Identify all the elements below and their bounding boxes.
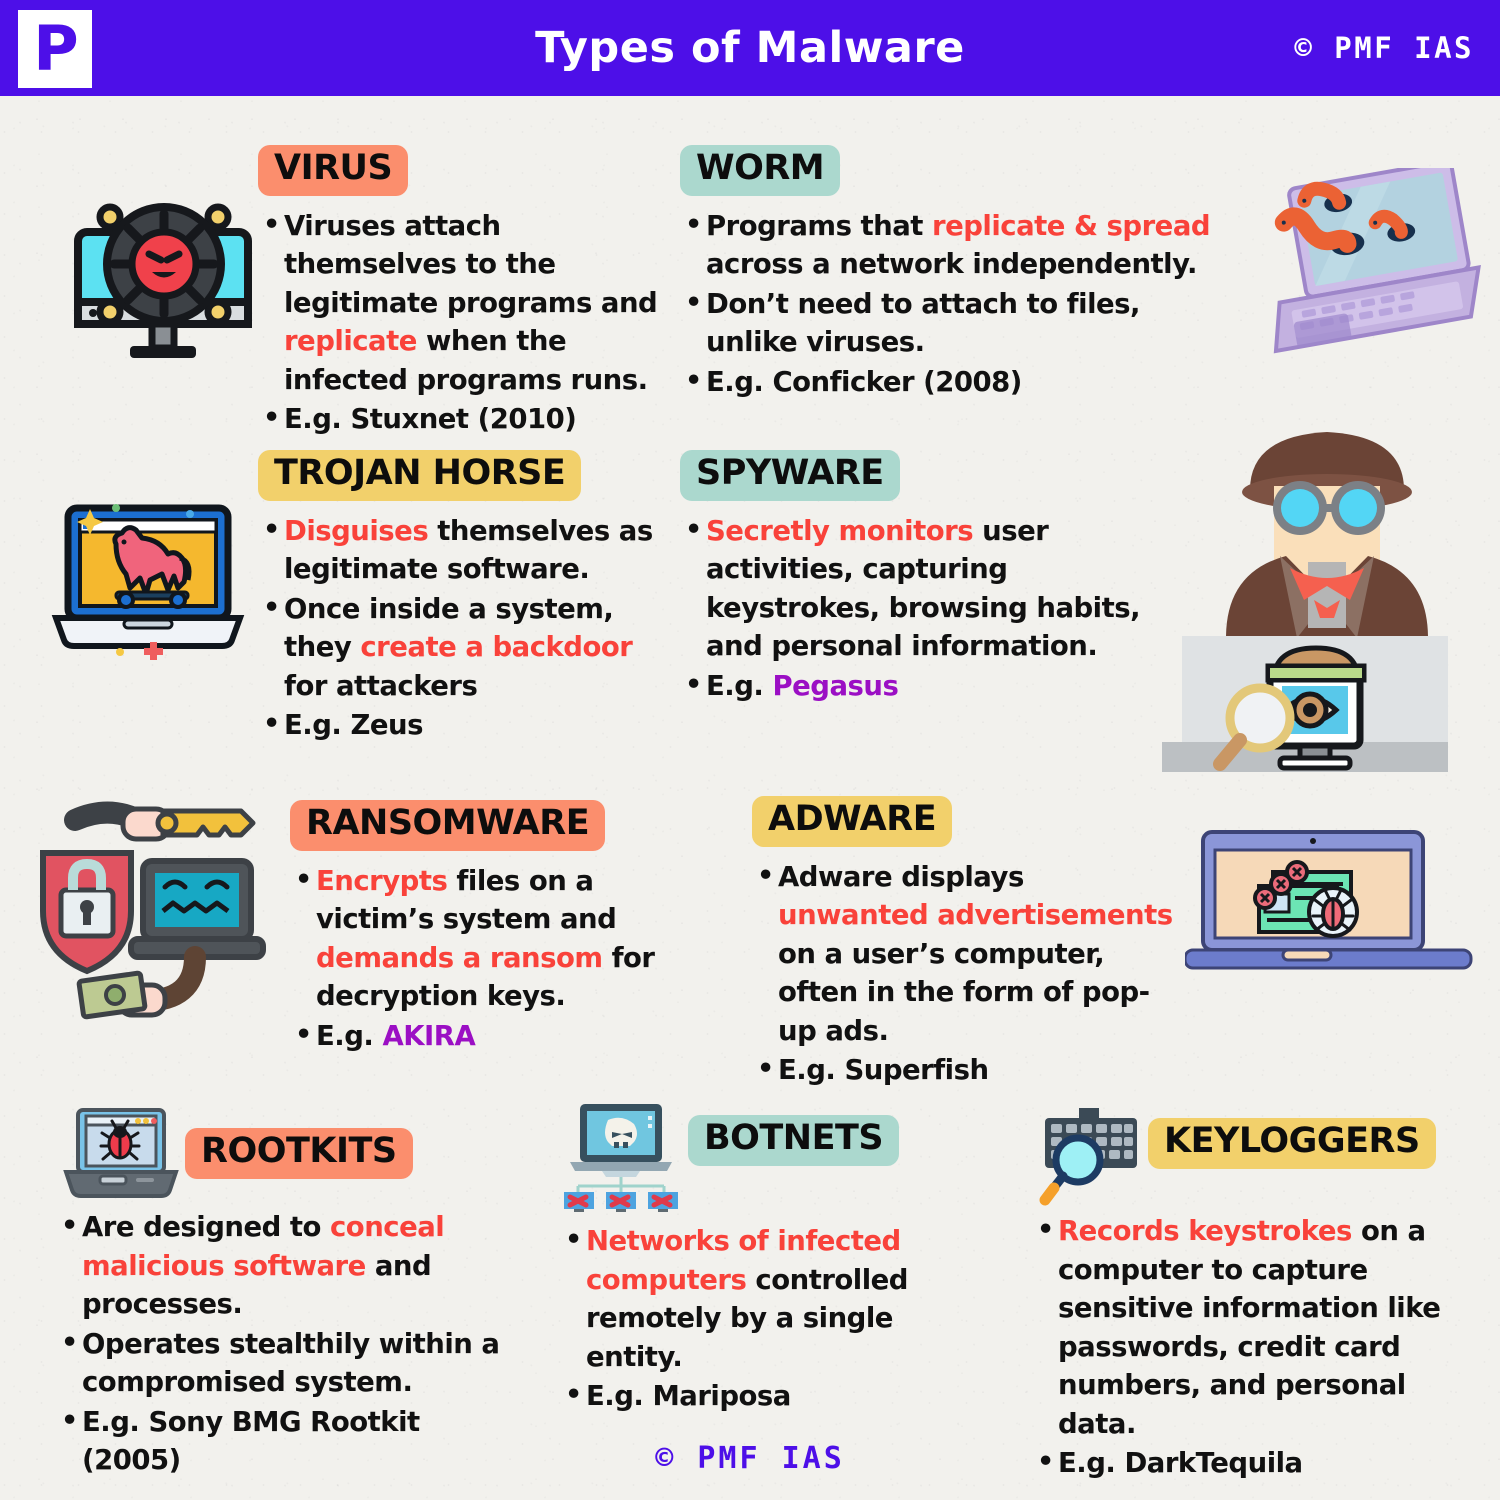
laptop-bug-icon <box>62 1108 182 1208</box>
bullet-text-run: E.g. Mariposa <box>586 1380 791 1412</box>
bullet-list: Adware displays unwanted advertisements … <box>752 857 1182 1090</box>
bullet-text-run: E.g. Zeus <box>284 709 423 742</box>
bullet-text-run: for attackers <box>284 669 478 702</box>
laptop-popups-bug-icon <box>1183 828 1475 973</box>
section-title-badge: TROJAN HORSE <box>258 450 582 501</box>
laptop-horse-icon <box>50 500 270 661</box>
bullet-item: Networks of infected computers controlle… <box>560 1221 985 1376</box>
bullet-list: Viruses attach themselves to the legitim… <box>258 206 658 439</box>
section-trojan-horse: TROJAN HORSE Disguises themselves as leg… <box>258 450 653 746</box>
bullet-text-run: replicate & spread <box>932 209 1211 242</box>
bullet-text-run: across a network independently. <box>706 248 1197 281</box>
bullet-text-run: E.g. Superfish <box>778 1054 989 1087</box>
bullet-item: Encrypts files on a victim’s system and … <box>290 861 710 1016</box>
keyboard-magnifier-icon <box>1035 1108 1155 1216</box>
bullet-item: Once inside a system, they create a back… <box>258 589 653 706</box>
spy-detective-icon <box>1162 412 1492 784</box>
footer-copyright: © PMF IAS <box>655 1441 845 1476</box>
bullet-list: Networks of infected computers controlle… <box>560 1221 985 1416</box>
page-title: Types of Malware <box>535 23 965 73</box>
bullet-text-run: on a user’s computer, often in the form … <box>778 937 1150 1047</box>
section-title-badge: RANSOMWARE <box>290 800 606 851</box>
bullet-text-run: Programs that <box>706 209 933 242</box>
laptop-worms-icon <box>1255 159 1490 368</box>
bullet-item: Are designed to conceal malicious softwa… <box>56 1207 516 1324</box>
bullet-text-run: Are designed to <box>82 1211 330 1243</box>
section-title-badge: ROOTKITS <box>185 1128 413 1179</box>
page-header: P Types of Malware © PMF IAS <box>0 0 1500 96</box>
bullet-item: Records keystrokes on a computer to capt… <box>1032 1211 1477 1443</box>
bullet-text-run: demands a ransom <box>316 941 603 974</box>
bullet-list: Secretly monitors user activities, captu… <box>680 511 1150 706</box>
bullet-text-run: E.g. Stuxnet (2010) <box>284 403 577 436</box>
bullet-list: Encrypts files on a victim’s system and … <box>290 861 710 1056</box>
bullet-text-run: Pegasus <box>772 669 899 702</box>
section-ransomware: RANSOMWARE Encrypts files on a victim’s … <box>290 800 710 1056</box>
bullet-text-run: E.g. Conficker (2008) <box>706 365 1022 398</box>
bullet-text-run: Records keystrokes <box>1058 1215 1352 1247</box>
bullet-list: Are designed to conceal malicious softwa… <box>56 1207 516 1480</box>
bullet-item: E.g. Zeus <box>258 705 653 745</box>
section-rootkits: ROOTKITS <box>185 1128 413 1179</box>
bullet-text-run: Don’t need to attach to files, unlike vi… <box>706 287 1140 359</box>
section-botnets-body: Networks of infected computers controlle… <box>560 1221 985 1417</box>
bullet-text-run: unwanted advertisements <box>778 899 1173 932</box>
bullet-item: Adware displays unwanted advertisements … <box>752 857 1182 1051</box>
bullet-list: Disguises themselves as legitimate softw… <box>258 511 653 745</box>
bullet-item: Don’t need to attach to files, unlike vi… <box>680 284 1220 362</box>
monitor-virus-icon <box>60 190 270 365</box>
bullet-item: Disguises themselves as legitimate softw… <box>258 511 653 589</box>
section-title-badge: KEYLOGGERS <box>1148 1118 1436 1169</box>
bullet-text-run: Adware displays <box>778 860 1024 893</box>
bullet-item: Viruses attach themselves to the legitim… <box>258 206 658 400</box>
section-spyware: SPYWARE Secretly monitors user activitie… <box>680 450 1150 706</box>
bullet-text-run: E.g. <box>316 1019 383 1052</box>
section-title-badge: WORM <box>680 145 841 196</box>
bullet-item: E.g. Conficker (2008) <box>680 362 1220 402</box>
header-copyright: © PMF IAS <box>1294 31 1474 65</box>
bullet-text-run: Secretly monitors <box>706 514 974 547</box>
section-title-badge: SPYWARE <box>680 450 900 501</box>
section-title-badge: ADWARE <box>752 796 953 847</box>
section-title-badge: VIRUS <box>258 145 409 196</box>
laptop-skull-network-icon <box>562 1102 680 1214</box>
bullet-item: Programs that replicate & spread across … <box>680 206 1220 284</box>
bullet-text-run: replicate <box>284 325 417 358</box>
section-botnets: BOTNETS <box>688 1115 900 1166</box>
bullet-item: E.g. AKIRA <box>290 1016 710 1056</box>
bullet-text-run: Encrypts <box>316 864 448 897</box>
bullet-text-run: create a backdoor <box>360 631 633 664</box>
section-virus: VIRUS Viruses attach themselves to the l… <box>258 145 658 440</box>
bullet-item: E.g. Superfish <box>752 1050 1182 1090</box>
bullet-item: E.g. Mariposa <box>560 1376 985 1416</box>
bullet-text-run: Operates stealthily within a compromised… <box>82 1327 500 1399</box>
bullet-text-run: on a computer to capture sensitive infor… <box>1058 1215 1441 1440</box>
section-adware: ADWARE Adware displays unwanted advertis… <box>752 796 1182 1091</box>
section-keyloggers: KEYLOGGERS <box>1148 1118 1436 1169</box>
bullet-text-run: Disguises <box>284 514 429 547</box>
bullet-item: E.g. Stuxnet (2010) <box>258 399 658 439</box>
bullet-item: E.g. Pegasus <box>680 666 1150 706</box>
bullet-text-run: E.g. <box>706 669 773 702</box>
section-worm: WORM Programs that replicate & spread ac… <box>680 145 1220 402</box>
bullet-item: Secretly monitors user activities, captu… <box>680 511 1150 666</box>
bullet-text-run: AKIRA <box>382 1019 476 1052</box>
shield-lock-key-money-icon <box>35 795 300 1020</box>
bullet-list: Programs that replicate & spread across … <box>680 206 1220 402</box>
bullet-item: Operates stealthily within a compromised… <box>56 1324 516 1402</box>
section-title-badge: BOTNETS <box>688 1115 900 1166</box>
bullet-text-run: Viruses attach themselves to the legitim… <box>284 209 658 319</box>
section-rootkits-body: Are designed to conceal malicious softwa… <box>56 1207 516 1481</box>
